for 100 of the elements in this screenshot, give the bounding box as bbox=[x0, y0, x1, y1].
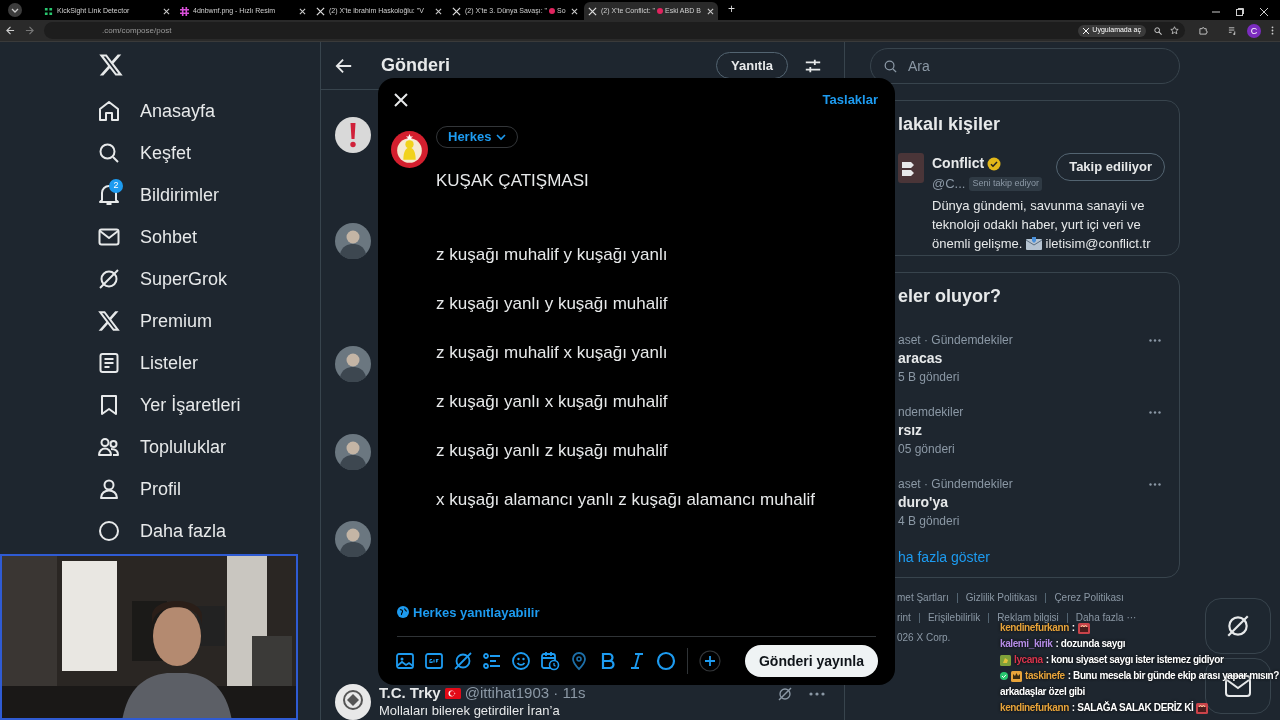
gif-icon[interactable] bbox=[424, 651, 444, 671]
avatar-icon bbox=[335, 521, 371, 557]
more-circle-icon bbox=[97, 519, 121, 543]
chevron-down-icon bbox=[496, 132, 507, 142]
nav-item[interactable]: Daha fazla bbox=[96, 510, 320, 552]
avatar-icon bbox=[335, 223, 371, 259]
x-logo-icon[interactable] bbox=[98, 52, 124, 78]
more-icon[interactable] bbox=[1149, 411, 1161, 414]
footer-link[interactable]: rint bbox=[897, 610, 911, 625]
close-icon[interactable] bbox=[163, 7, 170, 15]
search-icon bbox=[883, 58, 898, 74]
reply-setting-button[interactable]: Herkes yanıtlayabilir bbox=[391, 602, 882, 622]
close-icon[interactable] bbox=[299, 7, 306, 15]
chat-message: : dozunda saygı bbox=[1055, 637, 1126, 651]
close-icon[interactable] bbox=[571, 7, 578, 15]
more-icon[interactable] bbox=[809, 691, 825, 696]
media-icon[interactable] bbox=[1228, 26, 1237, 35]
x-logo-icon bbox=[316, 6, 325, 16]
live-dot-icon bbox=[549, 8, 556, 14]
footer-link[interactable]: Çerez Politikası bbox=[1054, 590, 1124, 605]
trend-count: 4 B gönderi bbox=[898, 513, 961, 530]
tab-list-icon[interactable] bbox=[8, 3, 22, 17]
home-icon bbox=[97, 99, 121, 123]
trend-category: aset · Gündemdekiler bbox=[898, 332, 1013, 349]
schedule-icon[interactable] bbox=[540, 651, 560, 671]
exclamation-avatar-icon bbox=[335, 117, 371, 153]
trend-count: 05 gönderi bbox=[898, 441, 956, 458]
bell-icon bbox=[97, 183, 121, 207]
menu-icon[interactable] bbox=[1271, 26, 1274, 35]
footer-link[interactable]: met Şartları bbox=[897, 590, 949, 605]
trend-item[interactable]: aset · Gündemdekiler duro'ya 4 B gönderi bbox=[898, 471, 1165, 543]
progress-ring-icon[interactable] bbox=[656, 651, 676, 671]
nav-item[interactable]: 2 Bildirimler bbox=[96, 174, 320, 216]
minimize-icon[interactable] bbox=[1212, 8, 1220, 16]
add-icon[interactable] bbox=[699, 650, 721, 672]
nav-item[interactable]: Premium bbox=[96, 300, 320, 342]
list-icon bbox=[97, 351, 121, 375]
nav-item[interactable]: Profil bbox=[96, 468, 320, 510]
avatar-icon bbox=[335, 346, 371, 382]
footer-link[interactable]: Daha fazla ··· bbox=[1075, 610, 1137, 625]
search-input[interactable]: Ara bbox=[908, 55, 1179, 77]
post-text-field[interactable]: KUŞAK ÇATIŞMASI z kuşağı muhalif y kuşağı yanlı z kuşağı yanlı y kuşağı muhalif z kuşağı muhalif x kuşağı yanlı z kuşağı yanlı x kuşağı muhalif z kuşağı yanlı z kuşağı muhalif x kuşağı alamancı yanlı z kuşağı alamancı muhalif bbox=[436, 170, 882, 511]
notification-badge: 2 bbox=[109, 179, 123, 193]
trend-name: rsız bbox=[898, 421, 924, 440]
nav-item[interactable]: Anasayfa bbox=[96, 90, 320, 132]
back-arrow-icon[interactable] bbox=[6, 26, 15, 35]
x-logo-icon bbox=[97, 309, 121, 333]
trend-name: duro'ya bbox=[898, 493, 949, 512]
nav-item[interactable]: Sohbet bbox=[96, 216, 320, 258]
location-pin-icon[interactable] bbox=[569, 651, 589, 671]
back-arrow-icon[interactable] bbox=[335, 56, 353, 75]
show-more-link[interactable]: ha fazla göster bbox=[898, 547, 1165, 568]
poll-list-icon[interactable] bbox=[482, 651, 502, 671]
forward-arrow-icon[interactable] bbox=[25, 26, 34, 35]
nav-item[interactable]: Yer İşaretleri bbox=[96, 384, 320, 426]
footer-link[interactable]: 026 X Corp. bbox=[897, 630, 951, 645]
author-name: T.C. Trky bbox=[379, 683, 441, 704]
chat-message: : bbox=[1071, 621, 1075, 635]
footer-link[interactable]: Erişilebilirlik bbox=[927, 610, 981, 625]
trend-item[interactable]: aset · Gündemdekiler aracas 5 B gönderi bbox=[898, 327, 1165, 399]
post-button[interactable]: Gönderi yayınla bbox=[744, 645, 878, 677]
hash-icon bbox=[180, 6, 189, 16]
close-icon[interactable] bbox=[707, 7, 714, 15]
flag-icon bbox=[444, 688, 461, 699]
nav-item[interactable]: Keşfet bbox=[96, 132, 320, 174]
profile-avatar[interactable]: C bbox=[1247, 23, 1261, 38]
close-icon[interactable] bbox=[394, 93, 408, 107]
image-icon[interactable] bbox=[395, 651, 415, 671]
slashed-circle-icon[interactable] bbox=[777, 685, 793, 702]
nav-item[interactable]: Topluluklar bbox=[96, 426, 320, 468]
restore-icon[interactable] bbox=[1236, 8, 1244, 16]
nav-item[interactable]: SuperGrok bbox=[96, 258, 320, 300]
grok-button[interactable] bbox=[1205, 598, 1271, 654]
more-icon[interactable] bbox=[1149, 483, 1161, 486]
chat-username: taskinefe bbox=[1025, 669, 1065, 683]
puzzle-icon[interactable] bbox=[1199, 26, 1208, 35]
close-icon[interactable] bbox=[435, 7, 442, 15]
chat-message: : konu siyaset saygı ister istemez gidiyor bbox=[1045, 653, 1224, 667]
x-logo-icon bbox=[1083, 27, 1090, 34]
globe-icon bbox=[397, 606, 409, 619]
trend-name: aracas bbox=[898, 349, 944, 368]
people-icon bbox=[97, 435, 121, 459]
account-handle: @C... bbox=[932, 175, 966, 193]
close-icon[interactable] bbox=[1260, 8, 1268, 16]
slashed-circle-icon[interactable] bbox=[453, 651, 473, 671]
person-icon bbox=[97, 477, 121, 501]
trend-item[interactable]: ndemdekiler rsız 05 gönderi bbox=[898, 399, 1165, 471]
new-tab-button[interactable]: + bbox=[728, 0, 735, 18]
drafts-link[interactable]: Taslaklar bbox=[822, 90, 878, 110]
slashed-circle-icon bbox=[97, 267, 121, 291]
nav-item[interactable]: Listeler bbox=[96, 342, 320, 384]
search-icon bbox=[97, 141, 121, 165]
live-dot-icon bbox=[657, 8, 663, 14]
chat-message: : SALAĞA SALAK DERİZ Kİ bbox=[1071, 700, 1194, 715]
footer-link[interactable]: Gizlilik Politikası bbox=[965, 590, 1038, 605]
smiley-icon[interactable] bbox=[511, 651, 531, 671]
account-bio: Dünya gündemi, savunma sanayii ve teknoloji odaklı haber, yurt içi veri ve önemli gelişme. iletisim@conflict.tr bbox=[932, 196, 1152, 253]
star-icon[interactable] bbox=[1170, 26, 1179, 35]
more-icon[interactable] bbox=[1149, 339, 1161, 342]
zoom-icon[interactable] bbox=[1154, 26, 1162, 35]
